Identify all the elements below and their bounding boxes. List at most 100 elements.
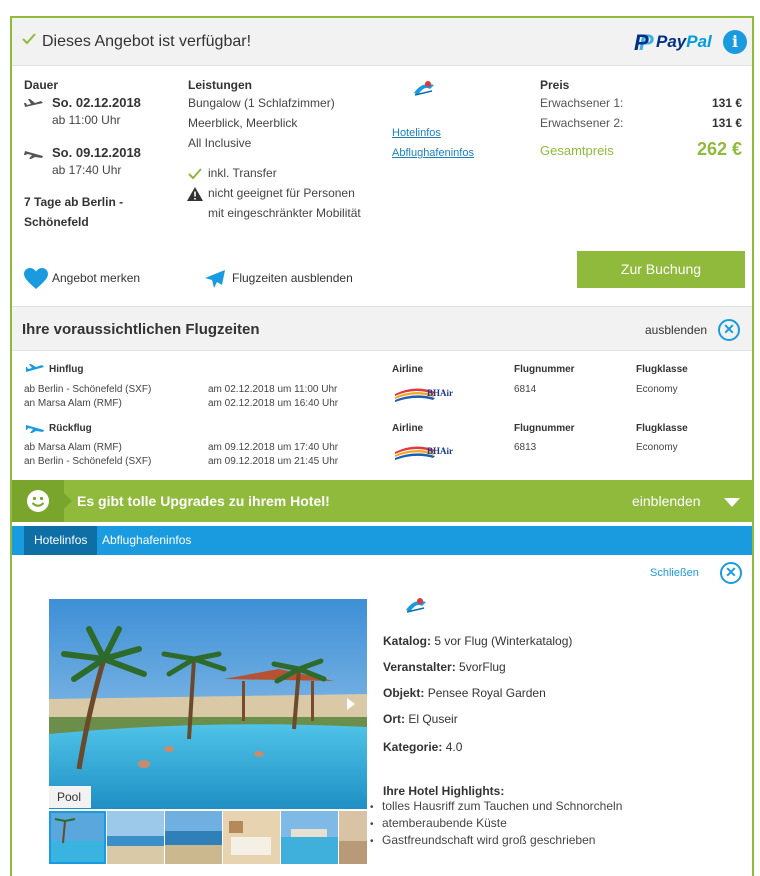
total-label: Gesamtpreis	[540, 143, 614, 158]
place-label: Ort:	[383, 712, 405, 726]
organizer-logo-icon	[406, 598, 426, 613]
service-board: All Inclusive	[188, 136, 252, 150]
return-leg-title: Rückflug	[49, 423, 92, 434]
list-item: atemberaubende Küste	[370, 816, 622, 833]
hotel-tabs: Hotelinfos Abflughafeninfos	[12, 526, 752, 555]
outbound-class-label: Flugklasse	[636, 364, 688, 375]
photo-thumbnail[interactable]	[49, 811, 106, 864]
close-label[interactable]: Schließen	[650, 567, 699, 579]
tab-hotelinfos[interactable]: Hotelinfos	[24, 526, 98, 555]
category-label: Kategorie:	[383, 740, 443, 754]
flight-times-title: Ihre voraussichtlichen Flugzeiten	[22, 321, 260, 338]
category-value: 4.0	[445, 740, 463, 754]
total-price: 262 €	[696, 139, 742, 159]
return-to: an Berlin - Schönefeld (SXF)	[24, 456, 152, 467]
upgrade-show-label[interactable]: einblenden	[632, 493, 701, 509]
book-button[interactable]: Zur Buchung	[577, 251, 745, 288]
airport-info-link[interactable]: Abflughafeninfos	[392, 147, 474, 159]
arrival-plane-icon	[24, 151, 43, 159]
catalog-row: Katalog: 5 vor Flug (Winterkatalog)	[383, 634, 572, 648]
adult2-label: Erwachsener 2:	[540, 116, 624, 130]
list-item: tolles Hausriff zum Tauchen und Schnorch…	[370, 799, 622, 816]
outbound-flightno-label: Flugnummer	[514, 364, 575, 375]
outbound-from: ab Berlin - Schönefeld (SXF)	[24, 384, 152, 395]
place-value: El Quseir	[408, 712, 458, 726]
info-icon[interactable]: i	[723, 30, 747, 54]
outbound-departure: am 02.12.2018 um 11:00 Uhr	[208, 384, 338, 395]
airplane-icon	[205, 270, 225, 288]
return-airline-label: Airline	[392, 423, 424, 434]
return-class-label: Flugklasse	[636, 423, 688, 434]
mobility-line1: nicht geeignet für Personen	[208, 186, 355, 200]
offer-card: Dieses Angebot ist verfügbar! PP PayPal …	[10, 16, 754, 876]
duration-line1: 7 Tage ab Berlin -	[24, 195, 124, 209]
return-flightno: 6813	[514, 442, 537, 453]
return-from: ab Marsa Alam (RMF)	[24, 442, 122, 453]
availability-title: Dieses Angebot ist verfügbar!	[42, 33, 252, 50]
paypal-logo: PP PayPal	[634, 30, 712, 55]
service-room: Bungalow (1 Schlafzimmer)	[188, 96, 335, 110]
return-time: ab 17:40 Uhr	[52, 163, 122, 177]
organizer-row: Veranstalter: 5vorFlug	[383, 660, 506, 674]
price-label: Preis	[540, 78, 570, 92]
catalog-label: Katalog:	[383, 634, 431, 648]
place-row: Ort: El Quseir	[383, 712, 458, 726]
service-view: Meerblick, Meerblick	[188, 116, 298, 130]
warning-icon	[187, 187, 203, 201]
mobility-line2: mit eingeschränkter Mobilität	[208, 206, 361, 220]
flight-times-header: Ihre voraussichtlichen Flugzeiten ausble…	[12, 306, 752, 351]
adult2-price: 131 €	[711, 116, 742, 130]
object-label: Objekt:	[383, 686, 425, 700]
duration-line2: Schönefeld	[24, 215, 89, 229]
return-leg-icon	[26, 425, 44, 433]
duration-label: Dauer	[24, 78, 59, 92]
organizer-label: Veranstalter:	[383, 660, 456, 674]
airline-logo: BHAir	[395, 384, 457, 402]
photo-thumbnail[interactable]	[223, 811, 280, 864]
highlights-list: tolles Hausriff zum Tauchen und Schnorch…	[370, 799, 622, 850]
check-icon	[22, 33, 36, 45]
organizer-value: 5vorFlug	[459, 660, 506, 674]
return-departure: am 09.12.2018 um 17:40 Uhr	[208, 442, 339, 453]
photo-thumbnail[interactable]	[339, 811, 367, 864]
list-item: Gastfreundschaft wird groß geschrieben	[370, 833, 622, 850]
catalog-value: 5 vor Flug (Winterkatalog)	[434, 634, 573, 648]
hotel-photo[interactable]	[49, 599, 367, 809]
adult1-price: 131 €	[711, 96, 742, 110]
tab-abflughafeninfos[interactable]: Abflughafeninfos	[92, 526, 201, 555]
photo-thumbnail[interactable]	[107, 811, 164, 864]
outbound-airline-label: Airline	[392, 364, 424, 375]
return-flightno-label: Flugnummer	[514, 423, 575, 434]
upgrade-banner[interactable]: Es gibt tolle Upgrades zu ihrem Hotel! e…	[12, 480, 752, 522]
outbound-leg-icon	[26, 364, 44, 372]
hotel-info-link[interactable]: Hotelinfos	[392, 127, 441, 139]
availability-header: Dieses Angebot ist verfügbar! PP PayPal …	[12, 18, 752, 66]
airline-logo-text: BHAir	[427, 446, 453, 456]
close-circle-icon[interactable]: ✕	[720, 562, 742, 584]
category-row: Kategorie: 4.0	[383, 740, 462, 754]
paypal-word-pay: Pay	[656, 32, 687, 51]
highlights-title: Ihre Hotel Highlights:	[383, 784, 505, 798]
outbound-to: an Marsa Alam (RMF)	[24, 398, 122, 409]
smiley-icon	[27, 490, 49, 512]
organizer-logo-icon	[414, 81, 434, 96]
paypal-word-pal: Pal	[686, 32, 712, 51]
transfer-text: inkl. Transfer	[208, 166, 277, 180]
flight-times-hide-label[interactable]: ausblenden	[645, 323, 707, 337]
photo-thumbnail[interactable]	[165, 811, 222, 864]
outbound-time: ab 11:00 Uhr	[52, 113, 121, 127]
return-arrival: am 09.12.2018 um 21:45 Uhr	[208, 456, 339, 467]
airline-logo: BHAir	[395, 442, 457, 460]
departure-plane-icon	[24, 99, 43, 107]
outbound-class: Economy	[636, 384, 678, 395]
photo-thumbnail[interactable]	[281, 811, 338, 864]
photo-caption: Pool	[49, 786, 91, 808]
adult1-label: Erwachsener 1:	[540, 96, 624, 110]
remember-offer-label: Angebot merken	[52, 271, 141, 285]
return-date: So. 09.12.2018	[52, 145, 141, 160]
outbound-flightno: 6814	[514, 384, 537, 395]
chevron-down-icon[interactable]	[724, 498, 740, 507]
outbound-leg-title: Hinflug	[49, 364, 84, 375]
object-row: Objekt: Pensee Royal Garden	[383, 686, 546, 700]
close-circle-icon[interactable]: ✕	[718, 319, 740, 341]
